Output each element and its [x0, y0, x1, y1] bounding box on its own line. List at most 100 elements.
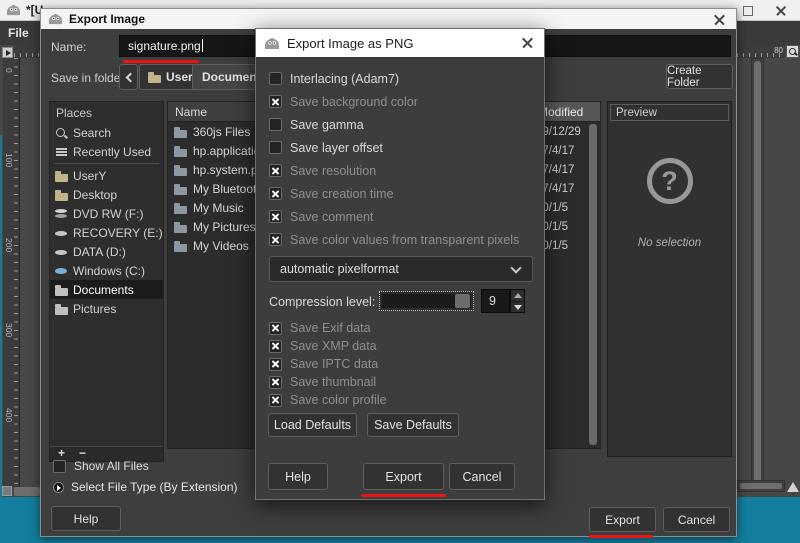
breadcrumb-back-button[interactable]: [119, 64, 138, 90]
png-option-row[interactable]: Save thumbnail: [269, 373, 536, 391]
expander-arrow-icon[interactable]: [53, 482, 64, 493]
option-label: Save resolution: [290, 164, 376, 178]
export-button[interactable]: Export: [589, 507, 656, 532]
checkbox[interactable]: [269, 340, 282, 353]
png-option-row[interactable]: Save layer offset: [269, 136, 536, 159]
recent-icon: [55, 146, 68, 158]
checkbox[interactable]: [269, 322, 282, 335]
checkbox[interactable]: [269, 358, 282, 371]
close-icon[interactable]: [775, 4, 787, 16]
navigation-arrow-icon[interactable]: [787, 482, 799, 492]
ruler-label: 80: [774, 46, 783, 55]
compression-spinbox[interactable]: 9: [481, 289, 510, 313]
compression-slider[interactable]: [379, 291, 474, 311]
place-item[interactable]: DATA (D:): [50, 242, 163, 261]
cancel-button[interactable]: Cancel: [663, 507, 730, 532]
horizontal-ruler-right: 80: [737, 45, 785, 58]
scrollbar-thumb[interactable]: [740, 483, 782, 489]
png-option-row[interactable]: Save XMP data: [269, 337, 536, 355]
show-all-files-row[interactable]: Show All Files: [53, 459, 149, 473]
png-option-row[interactable]: Save background color: [269, 90, 536, 113]
checkbox[interactable]: [269, 187, 282, 200]
close-icon[interactable]: [521, 36, 534, 49]
select-file-type-expander[interactable]: Select File Type (By Extension): [53, 480, 238, 494]
folder-gray-icon: [55, 307, 68, 315]
pixelformat-dropdown[interactable]: automatic pixelformat: [269, 256, 533, 282]
place-item[interactable]: Recently Used: [50, 142, 163, 161]
spin-down-icon[interactable]: [511, 301, 524, 312]
save-defaults-button[interactable]: Save Defaults: [367, 413, 459, 437]
export-button[interactable]: Export: [363, 463, 444, 490]
spin-up-icon[interactable]: [511, 290, 524, 301]
png-option-row[interactable]: Save color values from transparent pixel…: [269, 228, 536, 251]
help-button[interactable]: Help: [268, 463, 328, 490]
chevron-left-icon: [125, 72, 135, 82]
checkbox[interactable]: [269, 95, 282, 108]
zoom-tool-icon[interactable]: [786, 45, 799, 58]
cancel-button[interactable]: Cancel: [449, 463, 515, 490]
option-label: Save Exif data: [290, 321, 371, 335]
checkbox[interactable]: [269, 141, 282, 154]
menu-item-file[interactable]: File: [8, 26, 29, 45]
cancel-label: Cancel: [678, 513, 715, 527]
vertical-scrollbar[interactable]: [751, 58, 764, 488]
load-defaults-button[interactable]: Load Defaults: [268, 413, 357, 437]
option-label: Save IPTC data: [290, 357, 378, 371]
place-item[interactable]: Documents: [50, 280, 163, 299]
checkbox[interactable]: [269, 72, 282, 85]
file-list-scrollbar[interactable]: [589, 124, 597, 445]
ruler-label: 200: [4, 238, 14, 252]
place-item[interactable]: RECOVERY (E:): [50, 223, 163, 242]
place-item[interactable]: DVD RW (F:): [50, 204, 163, 223]
slider-handle[interactable]: [455, 294, 470, 308]
ruler-label: 0: [4, 68, 14, 73]
place-item[interactable]: Windows (C:): [50, 261, 163, 280]
checkbox[interactable]: [269, 376, 282, 389]
png-export-dialog: Export Image as PNG Interlacing (Adam7)S…: [255, 28, 545, 500]
horizontal-scrollbar-right[interactable]: [737, 480, 785, 492]
png-option-row[interactable]: Save gamma: [269, 113, 536, 136]
checkbox[interactable]: [269, 233, 282, 246]
compression-value: 9: [489, 294, 496, 308]
place-item[interactable]: UserY: [50, 166, 163, 185]
png-option-row[interactable]: Save Exif data: [269, 319, 536, 337]
maximize-icon[interactable]: [743, 6, 753, 16]
close-icon[interactable]: [713, 13, 726, 26]
png-option-row[interactable]: Interlacing (Adam7): [269, 67, 536, 90]
preview-header: Preview: [610, 104, 729, 121]
png-option-row[interactable]: Save color profile: [269, 391, 536, 409]
show-all-files-checkbox[interactable]: [53, 460, 66, 473]
save-in-folder-label: Save in folder:: [51, 71, 128, 85]
png-option-row[interactable]: Save IPTC data: [269, 355, 536, 373]
create-folder-button[interactable]: Create Folder: [666, 64, 733, 89]
quick-mask-button[interactable]: [2, 486, 12, 496]
places-list: SearchRecently Used UserY DesktopDVD RW (F…: [50, 123, 163, 318]
place-item[interactable]: Desktop: [50, 185, 163, 204]
place-item[interactable]: Search: [50, 123, 163, 142]
place-item[interactable]: Pictures: [50, 299, 163, 318]
folder-gray-icon: [55, 288, 68, 296]
place-item-label: Windows (C:): [73, 264, 145, 278]
checkbox[interactable]: [269, 118, 282, 131]
export-dialog-titlebar[interactable]: Export Image: [41, 9, 736, 29]
png-option-row[interactable]: Save resolution: [269, 159, 536, 182]
export-label: Export: [385, 470, 421, 484]
option-label: Save color profile: [290, 393, 387, 407]
horizontal-scrollbar-left[interactable]: [14, 487, 40, 496]
places-header: Places: [50, 102, 163, 123]
help-button[interactable]: Help: [51, 506, 121, 531]
png-option-row[interactable]: Save creation time: [269, 182, 536, 205]
disc-icon: [55, 208, 68, 220]
ruler-corner-button[interactable]: [2, 47, 13, 58]
checkbox[interactable]: [269, 164, 282, 177]
png-dialog-titlebar[interactable]: Export Image as PNG: [256, 29, 544, 57]
png-option-row[interactable]: Save comment: [269, 205, 536, 228]
checkbox[interactable]: [269, 210, 282, 223]
folder-icon: [174, 130, 187, 138]
scrollbar-thumb[interactable]: [754, 61, 761, 484]
places-panel: Places SearchRecently Used UserY DesktopDV…: [49, 101, 164, 462]
main-window-title: *[U: [6, 3, 43, 17]
pixelformat-value: automatic pixelformat: [280, 262, 399, 276]
checkbox[interactable]: [269, 394, 282, 407]
place-item-label: UserY: [73, 169, 106, 183]
